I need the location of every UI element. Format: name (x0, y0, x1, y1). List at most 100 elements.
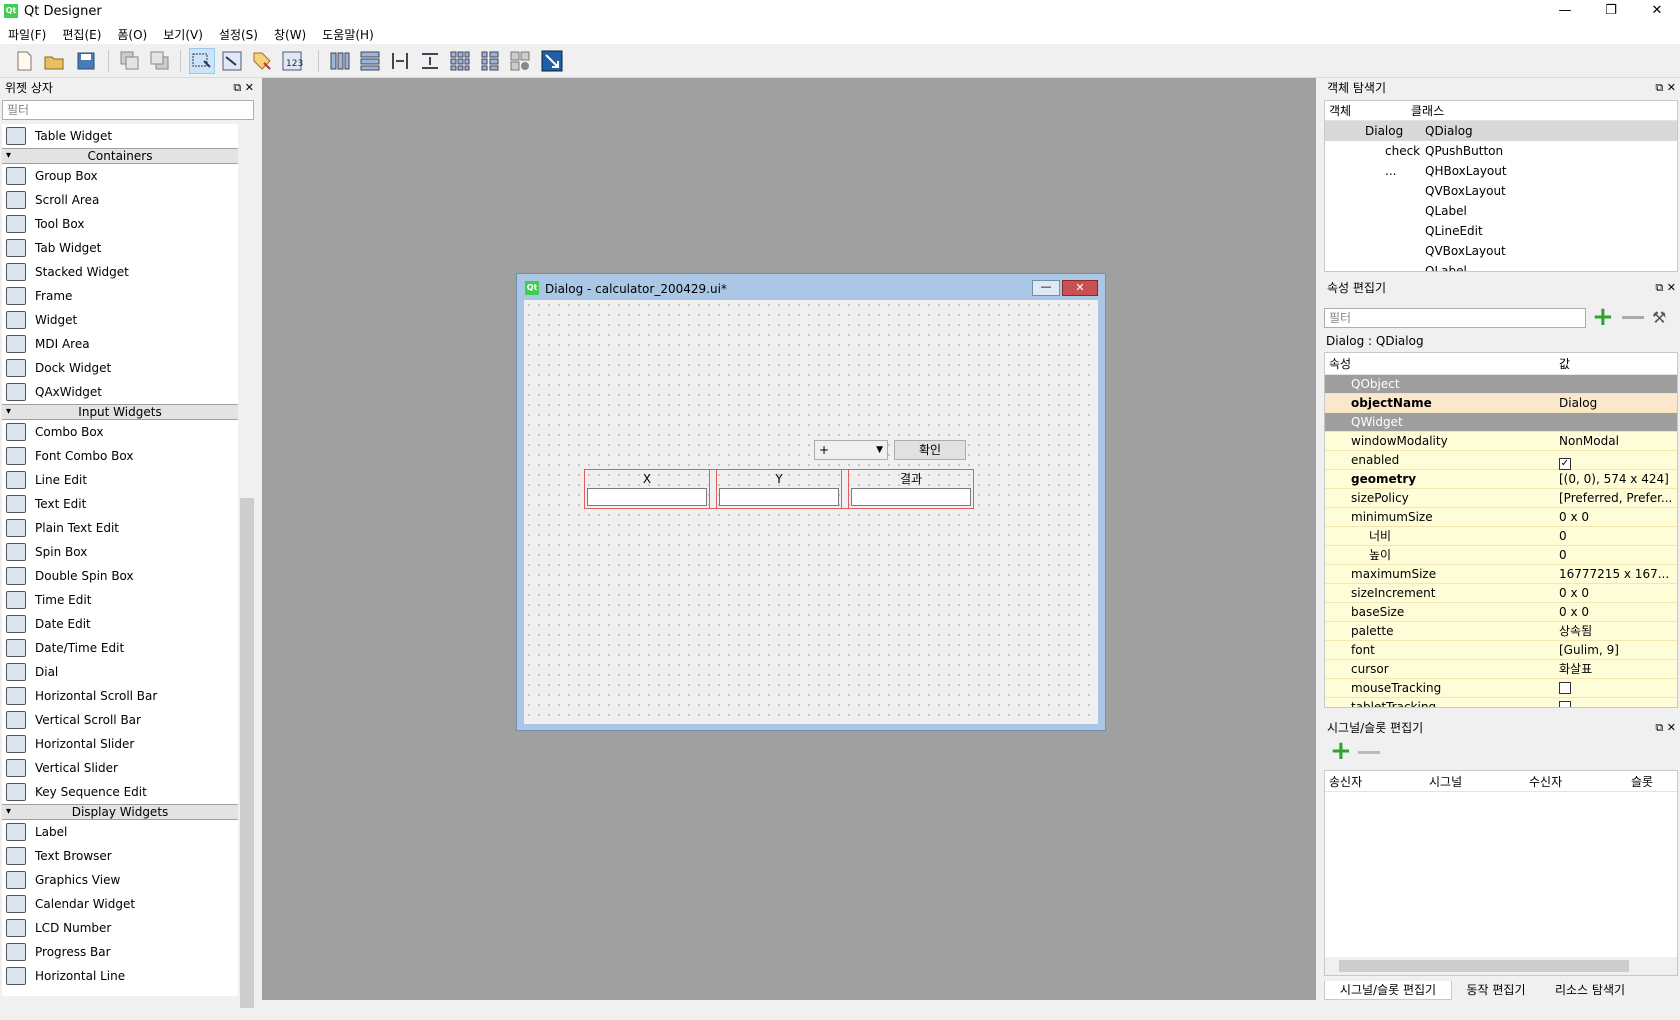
widget-item-font-combo-box[interactable]: Font Combo Box (2, 444, 238, 468)
property-value[interactable]: 0 (1559, 546, 1676, 565)
property-filter-input[interactable]: 필터 (1324, 308, 1586, 328)
dock-float-close-icon[interactable]: ⧉ ✕ (233, 78, 254, 98)
property-row[interactable]: baseSize 0 x 0 (1325, 603, 1677, 622)
menu-help[interactable]: 도움말(H) (314, 24, 382, 44)
property-value[interactable]: [(0, 0), 574 x 424] (1559, 470, 1676, 489)
widget-item-dock-widget[interactable]: Dock Widget (2, 356, 238, 380)
widget-item-vertical-slider[interactable]: Vertical Slider (2, 756, 238, 780)
bring-to-front-icon[interactable] (148, 49, 172, 73)
connection-table-hscrollbar[interactable] (1325, 957, 1677, 975)
checkbox[interactable] (1559, 701, 1571, 707)
widget-item-progress-bar[interactable]: Progress Bar (2, 940, 238, 964)
hscroll-thumb[interactable] (1339, 960, 1629, 972)
send-to-back-icon[interactable] (118, 49, 142, 73)
property-row[interactable]: geometry [(0, 0), 574 x 424] (1325, 470, 1677, 489)
property-row[interactable]: 너비 0 (1325, 527, 1677, 546)
widget-item-horizontal-line[interactable]: Horizontal Line (2, 964, 238, 988)
widget-item-lcd-number[interactable]: LCD Number (2, 916, 238, 940)
widget-item-time-edit[interactable]: Time Edit (2, 588, 238, 612)
x-line-edit[interactable] (587, 488, 707, 506)
widget-item-spin-box[interactable]: Spin Box (2, 540, 238, 564)
category-display-widgets[interactable]: ▾ Display Widgets (2, 804, 238, 820)
object-tree-row[interactable]: QVBoxLayout (1325, 181, 1677, 201)
edit-signals-slots-icon[interactable] (220, 49, 244, 73)
widget-item-combo-box[interactable]: Combo Box (2, 420, 238, 444)
widget-list-scroll-thumb[interactable] (240, 498, 254, 1008)
open-folder-icon[interactable] (42, 49, 66, 73)
checkbox[interactable]: ✓ (1559, 458, 1571, 470)
widget-item-table-widget[interactable]: Table Widget (2, 124, 238, 148)
save-icon[interactable] (74, 49, 98, 73)
layout-splitter-horizontal-icon[interactable] (388, 49, 412, 73)
widget-item-double-spin-box[interactable]: Double Spin Box (2, 564, 238, 588)
tab-signal-slot-editor[interactable]: 시그널/슬롯 편집기 (1324, 981, 1452, 1000)
adjust-size-icon[interactable] (540, 49, 564, 73)
remove-connection-icon[interactable] (1358, 751, 1380, 754)
property-row[interactable]: sizePolicy [Preferred, Prefer... (1325, 489, 1677, 508)
widget-item-stacked-widget[interactable]: Stacked Widget (2, 260, 238, 284)
object-tree-row[interactable]: QVBoxLayout (1325, 241, 1677, 261)
object-tree-row[interactable]: Dialog QDialog (1325, 121, 1677, 141)
form-minimize-button[interactable]: — (1032, 280, 1060, 296)
property-value[interactable]: 화살표 (1559, 660, 1676, 679)
dock-float-close-icon[interactable]: ⧉ ✕ (1655, 718, 1676, 738)
object-tree-row[interactable]: check QPushButton (1325, 141, 1677, 161)
property-value[interactable]: 상속됨 (1559, 622, 1676, 641)
layout-form-icon[interactable] (478, 49, 502, 73)
menu-file[interactable]: 파일(F) (0, 24, 54, 44)
layout-grid-icon[interactable] (448, 49, 472, 73)
operator-combo-box[interactable]: + ▼ (814, 440, 888, 460)
property-row[interactable]: objectName Dialog (1325, 394, 1677, 413)
property-value[interactable]: ✓ (1559, 451, 1676, 470)
property-row[interactable]: mouseTracking (1325, 679, 1677, 698)
remove-property-icon[interactable] (1622, 316, 1644, 319)
widget-filter-input[interactable]: 필터 (2, 100, 254, 120)
property-value[interactable]: 0 x 0 (1559, 603, 1676, 622)
widget-item-text-browser[interactable]: Text Browser (2, 844, 238, 868)
widget-item-widget[interactable]: Widget (2, 308, 238, 332)
widget-item-group-box[interactable]: Group Box (2, 164, 238, 188)
widget-item-text-edit[interactable]: Text Edit (2, 492, 238, 516)
property-row[interactable]: QObject (1325, 375, 1677, 394)
widget-item-calendar-widget[interactable]: Calendar Widget (2, 892, 238, 916)
property-row[interactable]: cursor 화살표 (1325, 660, 1677, 679)
property-value[interactable]: 0 x 0 (1559, 584, 1676, 603)
object-tree-row[interactable]: ... QHBoxLayout (1325, 161, 1677, 181)
widget-item-date-edit[interactable]: Date Edit (2, 612, 238, 636)
menu-settings[interactable]: 설정(S) (211, 24, 266, 44)
object-tree-row[interactable]: QLabel (1325, 201, 1677, 221)
form-close-button[interactable]: ✕ (1062, 280, 1098, 296)
tab-action-editor[interactable]: 동작 편집기 (1454, 981, 1538, 1000)
widget-item-tool-box[interactable]: Tool Box (2, 212, 238, 236)
property-value[interactable] (1559, 679, 1676, 698)
widget-item-frame[interactable]: Frame (2, 284, 238, 308)
object-tree-row[interactable]: QLabel (1325, 261, 1677, 271)
result-line-edit[interactable] (851, 488, 971, 506)
close-button[interactable]: ✕ (1634, 0, 1680, 24)
dock-float-close-icon[interactable]: ⧉ ✕ (1655, 78, 1676, 98)
widget-item-tab-widget[interactable]: Tab Widget (2, 236, 238, 260)
widget-item-label[interactable]: Label (2, 820, 238, 844)
widget-item-key-sequence-edit[interactable]: Key Sequence Edit (2, 780, 238, 804)
property-row[interactable]: enabled ✓ (1325, 451, 1677, 470)
widget-item-qaxwidget[interactable]: QAxWidget (2, 380, 238, 404)
break-layout-icon[interactable] (508, 49, 532, 73)
property-value[interactable]: Dialog (1559, 394, 1676, 413)
category-containers[interactable]: ▾ Containers (2, 148, 238, 164)
object-tree-row[interactable]: QLineEdit (1325, 221, 1677, 241)
property-row[interactable]: windowModality NonModal (1325, 432, 1677, 451)
minimize-button[interactable]: — (1542, 0, 1588, 24)
property-value[interactable]: 0 x 0 (1559, 508, 1676, 527)
edit-tab-order-icon[interactable]: 123 (280, 49, 304, 73)
configure-icon[interactable]: ⚒ (1652, 308, 1672, 328)
property-row[interactable]: minimumSize 0 x 0 (1325, 508, 1677, 527)
restore-button[interactable]: ❐ (1588, 0, 1634, 24)
y-line-edit[interactable] (719, 488, 839, 506)
check-button[interactable]: 확인 (894, 440, 966, 460)
category-input-widgets[interactable]: ▾ Input Widgets (2, 404, 238, 420)
layout-horizontal-icon[interactable] (328, 49, 352, 73)
dock-float-close-icon[interactable]: ⧉ ✕ (1655, 278, 1676, 298)
checkbox[interactable] (1559, 682, 1571, 694)
property-row[interactable]: maximumSize 16777215 x 167... (1325, 565, 1677, 584)
widget-item-scroll-area[interactable]: Scroll Area (2, 188, 238, 212)
